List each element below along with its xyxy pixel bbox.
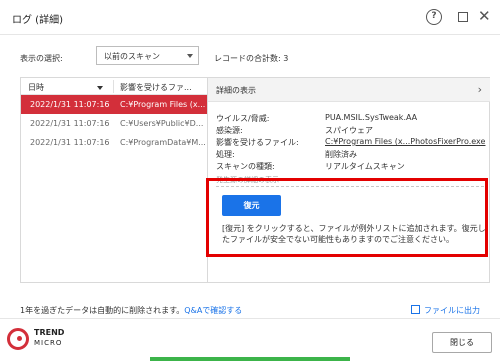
close-icon[interactable]: ✕ xyxy=(478,9,494,25)
list-header: 日時 影響を受けるファ... xyxy=(21,78,207,95)
retention-notice: 1年を過ぎたデータは自動的に削除されます。Q&Aで確認する xyxy=(20,305,242,316)
field-value: PUA.MSIL.SysTweak.AA xyxy=(325,113,418,122)
export-file-button[interactable]: ファイルに出力 xyxy=(411,305,480,316)
field-label: スキャンの種類: xyxy=(216,162,275,171)
row-date: 2022/1/31 11:07:16 xyxy=(30,138,110,147)
export-label: ファイルに出力 xyxy=(424,306,480,315)
row-date: 2022/1/31 11:07:16 xyxy=(30,100,110,109)
field-label: ウイルス/脅威: xyxy=(216,114,270,123)
source-detail-link[interactable]: 発生源の詳細の表示 xyxy=(216,175,279,185)
table-row[interactable]: 2022/1/31 11:07:16 C:¥Program Files (x..… xyxy=(21,95,207,114)
window-title: ログ (詳細) xyxy=(12,15,63,26)
column-date[interactable]: 日時 xyxy=(28,82,44,93)
logo-dot xyxy=(17,336,22,341)
column-affected-file[interactable]: 影響を受けるファ... xyxy=(120,82,206,93)
close-button[interactable]: 閉じる xyxy=(432,332,492,353)
field-value: リアルタイムスキャン xyxy=(325,162,405,171)
field-label: 感染源: xyxy=(216,126,243,135)
scan-filter-value: 以前のスキャン xyxy=(104,52,160,61)
title-bar: ログ (詳細) ? ✕ xyxy=(0,0,500,35)
taskbar-indicator xyxy=(150,357,350,361)
row-path: C:¥ProgramData¥M... xyxy=(120,138,206,147)
column-divider[interactable] xyxy=(113,80,114,93)
brand-logo-text: TREND MICRO xyxy=(34,328,64,348)
brand-bottom: MICRO xyxy=(34,339,63,347)
log-list: 日時 影響を受けるファ... 2022/1/31 11:07:16 C:¥Pro… xyxy=(21,78,208,282)
detail-field: ウイルス/脅威: PUA.MSIL.SysTweak.AA xyxy=(216,113,486,124)
detail-pane: 詳細の表示 › ウイルス/脅威: PUA.MSIL.SysTweak.AA 感染… xyxy=(208,78,490,282)
detail-field: 感染源: スパイウェア xyxy=(216,125,486,136)
divider xyxy=(216,186,484,187)
scan-filter-select[interactable]: 以前のスキャン xyxy=(96,46,199,65)
detail-header[interactable]: 詳細の表示 › xyxy=(208,78,490,102)
chevron-right-icon[interactable]: › xyxy=(478,83,482,96)
field-label: 処理: xyxy=(216,150,235,159)
detail-field: 影響を受けるファイル: C:¥Program Files (x...Photos… xyxy=(216,137,486,148)
field-label: 影響を受けるファイル: xyxy=(216,138,299,147)
table-row[interactable]: 2022/1/31 11:07:16 C:¥Users¥Public¥D... xyxy=(21,114,207,133)
row-path: C:¥Program Files (x... xyxy=(120,100,206,109)
affected-file-link[interactable]: C:¥Program Files (x...PhotosFixerPro.exe xyxy=(325,137,485,146)
restore-note: [復元] をクリックすると、ファイルが例外リストに追加されます。復元したファイル… xyxy=(222,224,486,244)
brand-top: TREND xyxy=(34,328,65,337)
restore-button[interactable]: 復元 xyxy=(222,195,281,216)
row-date: 2022/1/31 11:07:16 xyxy=(30,119,110,128)
retention-text: 1年を過ぎたデータは自動的に削除されます。 xyxy=(20,306,185,315)
detail-title: 詳細の表示 xyxy=(216,86,256,95)
field-value: 削除済み xyxy=(325,150,357,159)
table-row[interactable]: 2022/1/31 11:07:16 C:¥ProgramData¥M... xyxy=(21,133,207,152)
help-icon[interactable]: ? xyxy=(426,9,442,25)
sort-desc-icon[interactable] xyxy=(97,86,103,90)
chevron-down-icon xyxy=(187,54,193,58)
detail-field: 処理: 削除済み xyxy=(216,149,486,160)
footer-divider xyxy=(0,318,500,319)
record-count: レコードの合計数: 3 xyxy=(214,54,289,63)
maximize-icon[interactable] xyxy=(458,12,468,22)
qa-link[interactable]: Q&Aで確認する xyxy=(184,306,242,315)
row-path: C:¥Users¥Public¥D... xyxy=(120,119,204,128)
filter-label: 表示の選択: xyxy=(20,54,63,63)
log-panel: 日時 影響を受けるファ... 2022/1/31 11:07:16 C:¥Pro… xyxy=(20,77,490,283)
detail-field: スキャンの種類: リアルタイムスキャン xyxy=(216,161,486,172)
export-icon xyxy=(411,305,420,314)
trend-micro-logo-icon xyxy=(7,328,29,350)
field-value: スパイウェア xyxy=(325,126,373,135)
